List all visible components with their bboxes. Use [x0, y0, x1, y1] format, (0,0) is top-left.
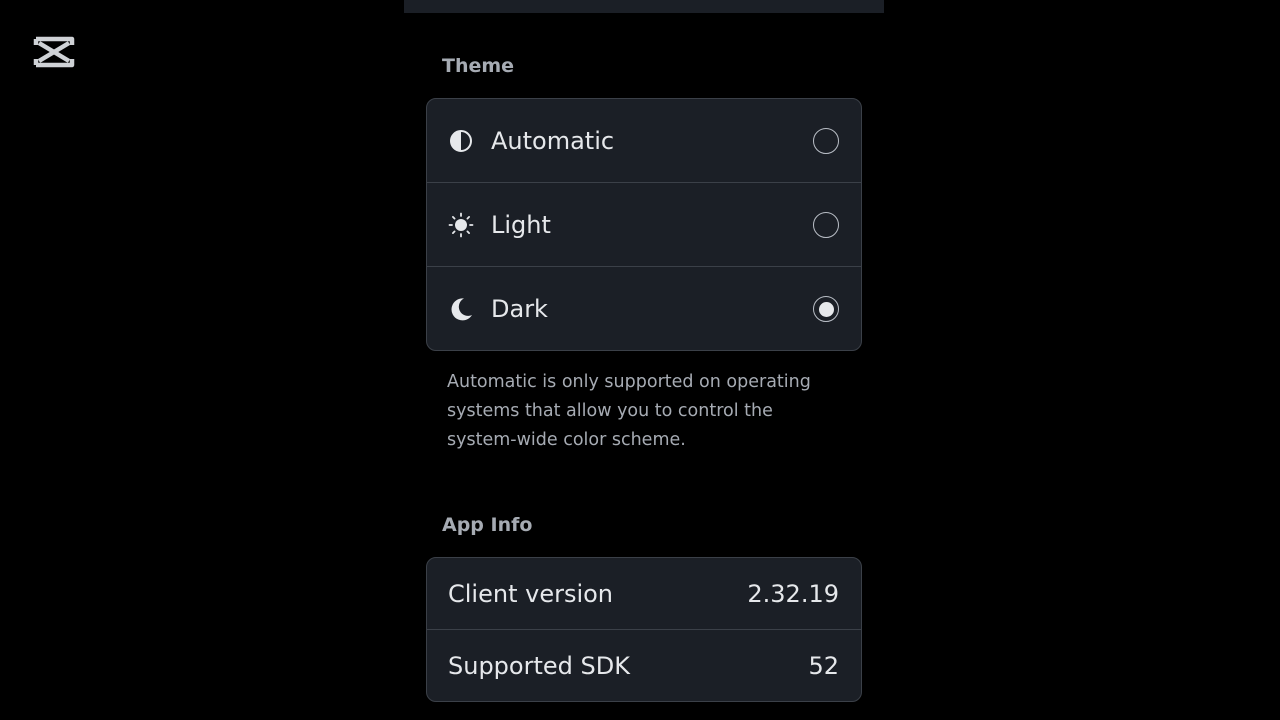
settings-screen: Theme Automatic Light Dark Automatic is …	[0, 0, 1280, 720]
info-row-value: 2.32.19	[747, 579, 839, 608]
theme-option-light[interactable]: Light	[427, 183, 861, 267]
info-row-label: Supported SDK	[448, 652, 630, 680]
moon-icon	[448, 296, 474, 322]
sun-icon	[448, 212, 474, 238]
radio-selected-dot	[818, 301, 834, 317]
theme-option-dark[interactable]: Dark	[427, 267, 861, 350]
app-info-section-title: App Info	[442, 514, 533, 536]
theme-option-label: Light	[491, 210, 551, 239]
supported-sdk-row: Supported SDK 52	[427, 630, 861, 701]
theme-note: Automatic is only supported on operating…	[447, 372, 811, 450]
theme-options-card: Automatic Light Dark	[426, 98, 862, 351]
radio-button-automatic[interactable]	[813, 127, 839, 154]
header-bar	[404, 0, 884, 13]
theme-option-automatic[interactable]: Automatic	[427, 99, 861, 183]
client-version-row: Client version 2.32.19	[427, 558, 861, 630]
app-info-card: Client version 2.32.19 Supported SDK 52	[426, 557, 862, 702]
half-circle-icon	[448, 128, 474, 154]
info-row-value: 52	[808, 652, 839, 680]
theme-option-label: Automatic	[491, 126, 615, 155]
theme-option-label: Dark	[491, 295, 548, 323]
theme-section-title: Theme	[442, 55, 515, 77]
radio-button-dark[interactable]	[813, 296, 839, 322]
capcut-logo-icon	[33, 35, 75, 69]
info-row-label: Client version	[448, 579, 614, 608]
radio-button-light[interactable]	[813, 211, 839, 238]
